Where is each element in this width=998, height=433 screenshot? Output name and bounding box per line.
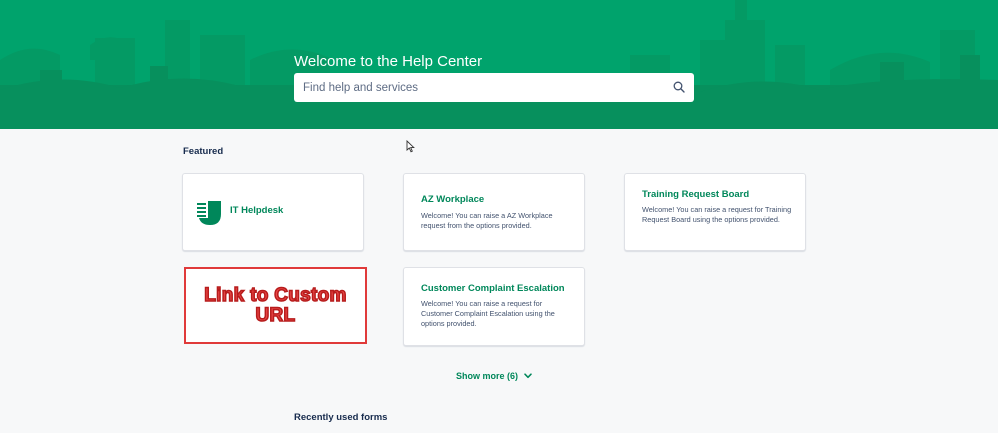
hero-banner: Welcome to the Help Center — [0, 0, 998, 129]
portal-card-it-helpdesk[interactable]: IT Helpdesk — [182, 173, 364, 251]
card-title: IT Helpdesk — [230, 205, 284, 216]
search-input[interactable] — [294, 73, 663, 102]
card-title: Training Request Board — [642, 189, 750, 200]
search-box[interactable] — [294, 73, 694, 102]
custom-url-link-card[interactable]: Link to Custom URL — [184, 267, 367, 344]
recently-used-forms-heading: Recently used forms — [294, 412, 388, 423]
portal-card-az-workplace[interactable]: AZ Workplace Welcome! You can raise a AZ… — [403, 173, 585, 251]
show-more-label: Show more (6) — [456, 371, 519, 381]
featured-heading: Featured — [183, 146, 224, 157]
custom-link-label: Link to Custom URL — [203, 284, 347, 326]
card-description: Welcome! You can raise a AZ Workplace re… — [421, 211, 553, 230]
card-description: Welcome! You can raise a request for Cus… — [421, 299, 555, 328]
card-description: Welcome! You can raise a request for Tra… — [642, 205, 792, 224]
mouse-cursor-icon — [406, 140, 415, 153]
skyline-illustration — [0, 0, 998, 129]
portal-card-training-request-board[interactable]: Training Request Board Welcome! You can … — [624, 173, 806, 251]
hero-title: Welcome to the Help Center — [294, 53, 483, 70]
search-icon[interactable] — [673, 81, 685, 93]
helpdesk-logo-icon — [197, 201, 221, 225]
card-title: Customer Complaint Escalation — [421, 283, 565, 294]
portal-card-customer-complaint-escalation[interactable]: Customer Complaint Escalation Welcome! Y… — [403, 267, 585, 346]
chevron-down-icon — [524, 373, 532, 379]
show-more-button[interactable]: Show more (6) — [456, 371, 532, 381]
card-title: AZ Workplace — [421, 194, 485, 205]
